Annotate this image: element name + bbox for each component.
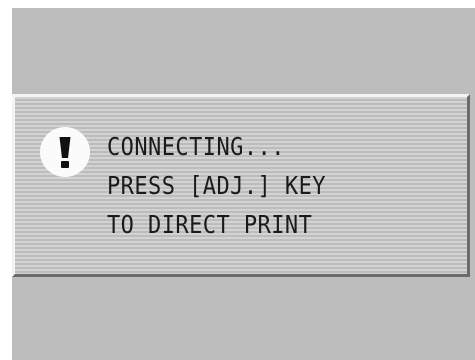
connection-message-dialog: CONNECTING... PRESS [ADJ.] KEY TO DIRECT…: [12, 94, 470, 277]
camera-lcd-screen: CONNECTING... PRESS [ADJ.] KEY TO DIRECT…: [12, 8, 475, 360]
exclamation-icon: [40, 127, 90, 177]
message-line-press-key: PRESS [ADJ.] KEY: [107, 171, 326, 200]
message-text: CONNECTING... PRESS [ADJ.] KEY TO DIRECT…: [107, 127, 356, 244]
message-line-direct-print: TO DIRECT PRINT: [107, 210, 313, 239]
message-line-connecting: CONNECTING...: [107, 132, 285, 161]
